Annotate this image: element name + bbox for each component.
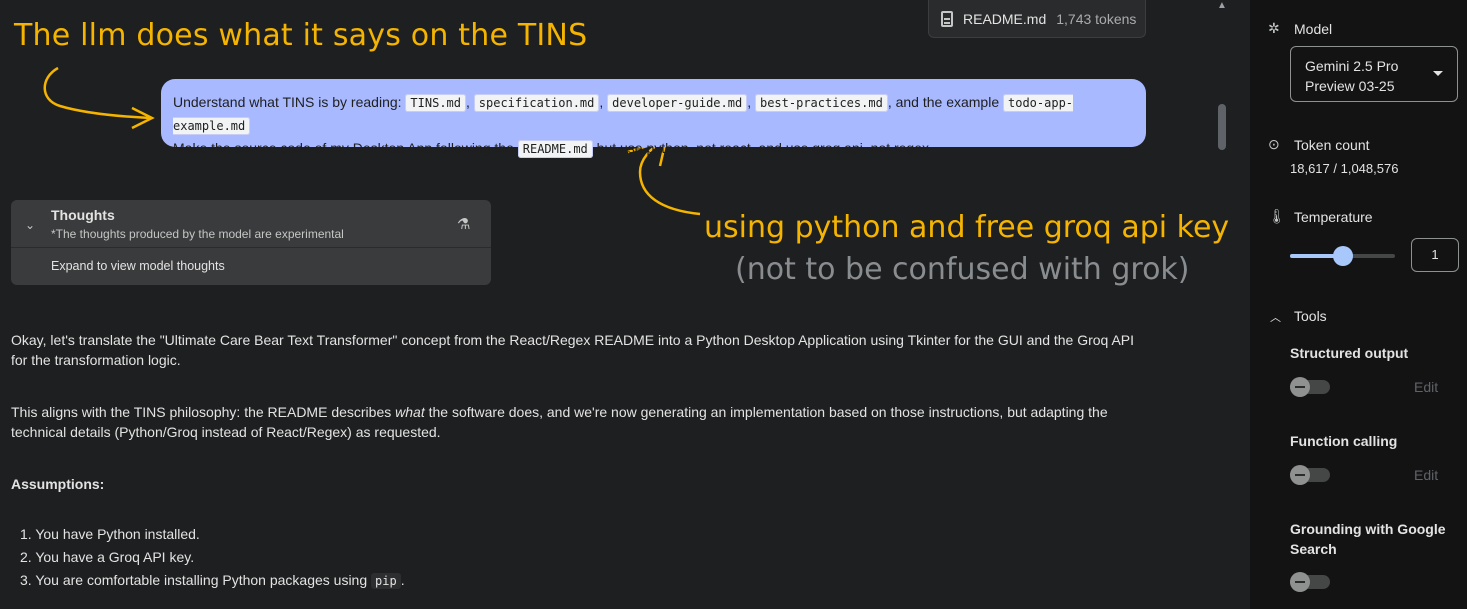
thoughts-title: Thoughts [51,207,115,223]
assumptions-list: 1. You have Python installed. 2. You hav… [20,526,405,595]
list-item: 2. You have a Groq API key. [20,549,405,572]
list-number: 2. [20,549,32,565]
structured-output-toggle[interactable] [1290,377,1330,397]
separator: , [466,94,474,110]
grounding-toggle[interactable] [1290,572,1330,592]
thoughts-header[interactable]: ⌄ Thoughts *The thoughts produced by the… [11,200,491,248]
prompt-text: but use python, not react, and use groq … [592,140,930,156]
annotation-python: using python and free groq api key [704,210,1230,245]
attachment-name: README.md [963,10,1047,27]
list-text: You have Python installed. [35,526,200,542]
caret-down-icon [1433,71,1443,76]
list-number: 3. [20,572,32,588]
separator: , [599,94,608,110]
function-calling-toggle[interactable] [1290,465,1330,485]
model-label: Model [1294,21,1333,37]
attachment-chip[interactable]: README.md 1,743 tokens [928,0,1146,38]
chat-pane: README.md 1,743 tokens ▲ The llm does wh… [0,0,1250,609]
function-calling-edit[interactable]: Edit [1414,467,1438,483]
temperature-slider[interactable] [1290,246,1395,266]
temperature-label: Temperature [1294,209,1373,225]
list-item: 1. You have Python installed. [20,526,405,549]
response-text: This aligns with the TINS philosophy: th… [11,404,396,420]
list-text: . [400,572,405,588]
thoughts-subtitle: *The thoughts produced by the model are … [51,227,344,241]
tools-label[interactable]: Tools [1294,308,1327,324]
temperature-input[interactable]: 1 [1411,238,1459,272]
file-ref: specification.md [473,94,600,112]
scrollbar-thumb[interactable] [1218,104,1226,150]
expand-thoughts-link[interactable]: Expand to view model thoughts [51,259,225,273]
list-item: 3. You are comfortable installing Python… [20,572,405,595]
prompt-text: , and the example [887,94,1003,110]
thermometer-icon: 🌡 [1268,208,1286,224]
response-emphasis: what [395,404,425,420]
file-ref: developer-guide.md [607,94,748,112]
file-ref: TINS.md [405,94,466,112]
chevron-down-icon[interactable]: ⌄ [25,218,35,232]
list-text: You have a Groq API key. [35,549,195,565]
tool-grounding-label: Grounding with Google Search [1290,521,1446,557]
chevron-up-icon[interactable]: ︿ [1270,309,1281,325]
file-ref: best-practices.md [754,94,888,112]
annotation-title: The llm does what it says on the TINS [14,18,588,53]
arrow-to-prompt-icon [43,66,151,120]
arrow-to-prompt-head-icon [131,106,155,130]
tool-function-calling-label: Function calling [1290,433,1398,449]
thoughts-panel[interactable]: ⌄ Thoughts *The thoughts produced by the… [11,200,491,285]
prompt-line-2: Make the source code of my Desktop App f… [173,137,1134,160]
prompt-text: Understand what TINS is by reading: [173,94,406,110]
file-ref: README.md [517,140,593,158]
list-number: 1. [20,526,32,542]
assumptions-heading: Assumptions: [11,474,1141,494]
response-paragraph-1: Okay, let's translate the "Ultimate Care… [11,332,1135,368]
document-icon [941,10,953,27]
separator: , [747,94,755,110]
model-value: Gemini 2.5 Pro [1305,58,1399,74]
model-select[interactable]: Gemini 2.5 Pro Preview 03-25 [1290,46,1458,102]
run-settings-panel: ✲ Model Gemini 2.5 Pro Preview 03-25 ⊙ T… [1250,0,1467,609]
assumptions-label: Assumptions: [11,476,105,492]
annotation-grok: (not to be confused with grok) [735,252,1190,287]
response-paragraph-2: This aligns with the TINS philosophy: th… [11,402,1141,442]
inline-code: pip [371,573,401,589]
scroll-up-icon[interactable]: ▲ [1217,0,1227,11]
list-text: You are comfortable installing Python pa… [35,572,372,588]
tool-structured-output-label: Structured output [1290,345,1409,361]
slider-thumb[interactable] [1332,246,1353,266]
prompt-text: Make the source code of my Desktop App f… [173,140,518,156]
token-count-value: 18,617 / 1,048,576 [1290,161,1399,176]
token-icon: ⊙ [1268,136,1280,152]
prompt-line-1: Understand what TINS is by reading: TINS… [173,91,1134,137]
model-value: Preview 03-25 [1305,78,1395,94]
attachment-tokens: 1,743 tokens [1056,10,1137,27]
model-icon: ✲ [1268,20,1280,36]
token-count-label: Token count [1294,137,1370,153]
structured-output-edit[interactable]: Edit [1414,379,1438,395]
flask-icon: ⚗ [457,216,471,233]
user-prompt: Understand what TINS is by reading: TINS… [161,79,1146,158]
